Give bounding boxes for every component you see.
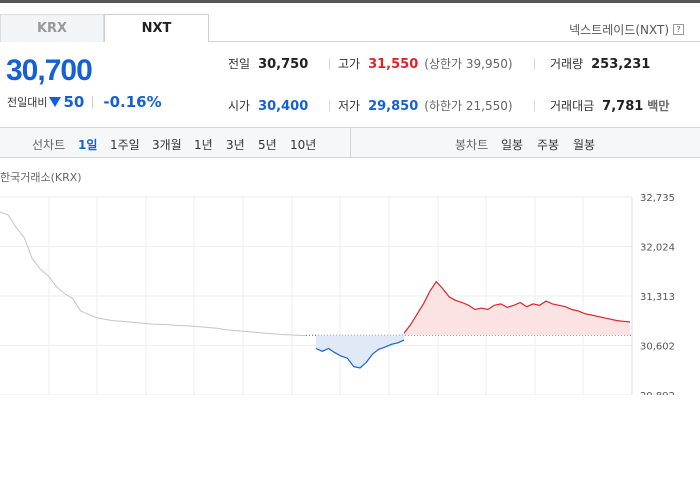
high-price: 고가 31,550 (상한가 39,950)	[338, 55, 513, 72]
down-triangle-icon	[49, 97, 62, 107]
y-tick-label: 30,602	[640, 342, 675, 353]
chart-y-ticks: 32,735 32,024 31,313 30,602 29,892	[640, 193, 675, 395]
candle-weekly[interactable]: 주봉	[537, 136, 559, 153]
change-value: 50	[63, 93, 85, 111]
help-icon[interactable]: ?	[673, 24, 684, 35]
turnover: 거래대금 7,781 백만	[550, 97, 669, 114]
low-label: 저가	[338, 99, 361, 113]
candle-monthly[interactable]: 월봉	[573, 136, 595, 153]
period-bar-divider	[350, 128, 351, 157]
change-percent: -0.16%	[103, 93, 162, 111]
tab-divider	[209, 41, 700, 42]
volume-value: 253,231	[591, 57, 651, 72]
high-label: 고가	[338, 57, 361, 71]
upper-limit: (상한가 39,950)	[424, 57, 513, 71]
divider	[534, 58, 535, 70]
volume-label: 거래량	[550, 57, 584, 71]
chart-grid	[0, 196, 633, 395]
prev-close-label: 전일	[228, 57, 251, 71]
price-change: 전일대비 50 -0.16%	[7, 93, 162, 111]
current-price: 30,700	[6, 54, 93, 87]
period-5y[interactable]: 5년	[258, 136, 277, 153]
y-tick-label: 31,313	[640, 292, 675, 303]
y-tick-label: 29,892	[640, 391, 675, 395]
candle-daily[interactable]: 일봉	[501, 136, 523, 153]
change-label: 전일대비	[7, 96, 48, 109]
period-3y[interactable]: 3년	[226, 136, 245, 153]
high-value: 31,550	[368, 57, 419, 72]
y-tick-label: 32,024	[640, 243, 675, 254]
tab-nxt[interactable]: NXT	[104, 14, 209, 42]
period-1w[interactable]: 1주일	[110, 136, 140, 153]
volume: 거래량 253,231	[550, 55, 650, 72]
open-price: 시가 30,400	[228, 97, 308, 114]
divider	[329, 58, 330, 70]
period-bar: 선차트 1일 1주일 3개월 1년 3년 5년 10년 봉차트 일봉 주봉 월봉	[0, 127, 700, 158]
up-area	[404, 281, 630, 336]
low-value: 29,850	[368, 99, 419, 114]
venue-text: 넥스트레이드(NXT)	[569, 23, 669, 37]
line-chart-label: 선차트	[32, 138, 66, 152]
venue-label: 넥스트레이드(NXT) ?	[569, 21, 684, 38]
period-1y[interactable]: 1년	[194, 136, 213, 153]
turnover-value: 7,781	[602, 99, 644, 114]
open-label: 시가	[228, 99, 251, 113]
period-10y[interactable]: 10년	[290, 136, 316, 153]
turnover-label: 거래대금	[550, 99, 595, 113]
chart-caption: 한국거래소(KRX)	[0, 171, 82, 184]
prev-close: 전일 30,750	[228, 55, 308, 72]
period-3m[interactable]: 3개월	[152, 136, 182, 153]
top-border	[0, 0, 700, 3]
divider	[534, 100, 535, 112]
prev-close-value: 30,750	[258, 57, 309, 72]
divider	[329, 100, 330, 112]
tab-krx[interactable]: KRX	[0, 14, 104, 42]
lower-limit: (하한가 21,550)	[424, 99, 513, 113]
candle-chart-label: 봉차트	[455, 138, 489, 152]
low-price: 저가 29,850 (하한가 21,550)	[338, 97, 513, 114]
turnover-unit: 백만	[647, 99, 670, 113]
price-chart: 32,735 32,024 31,313 30,602 29,892	[0, 193, 675, 395]
y-tick-label: 32,735	[640, 193, 675, 204]
series-krx-line	[0, 211, 307, 337]
period-1d[interactable]: 1일	[78, 136, 97, 153]
divider	[92, 96, 94, 108]
down-area	[316, 335, 404, 368]
open-value: 30,400	[258, 99, 309, 114]
